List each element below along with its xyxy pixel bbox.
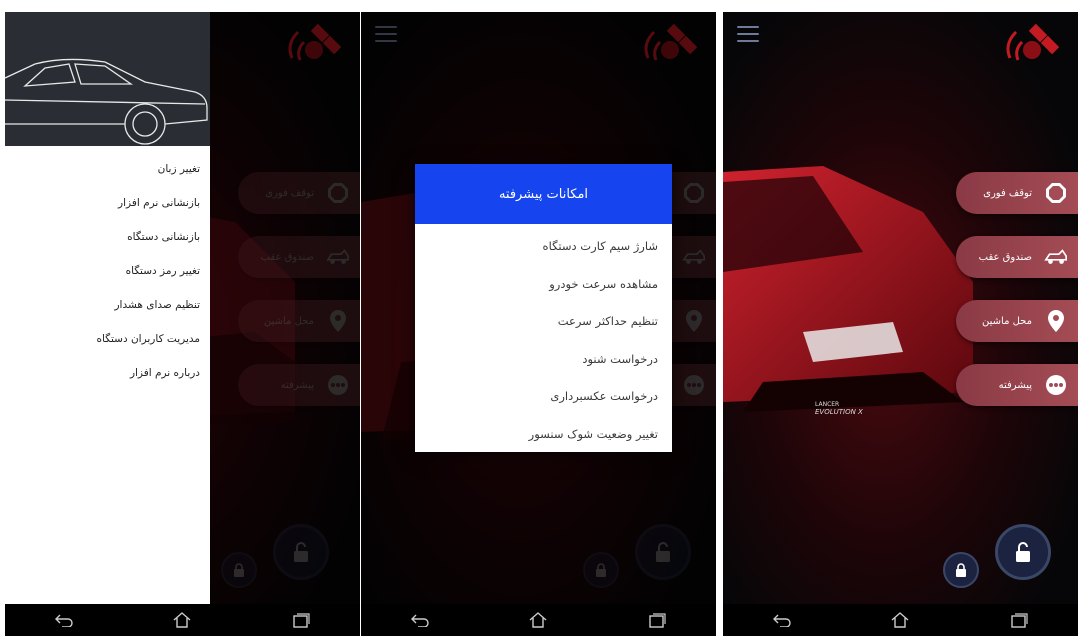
drawer-item-alarm-sound[interactable]: تنظیم صدای هشدار <box>5 288 210 322</box>
advanced-button[interactable]: پیشرفته <box>956 364 1078 406</box>
drawer-item-change-device-password[interactable]: تغییر رمز دستگاه <box>5 254 210 288</box>
home-button[interactable] <box>162 606 202 634</box>
advanced-label: پیشرفته <box>998 379 1032 391</box>
home-icon <box>530 612 547 628</box>
unlock-icon <box>1016 542 1030 562</box>
recents-icon <box>293 613 310 628</box>
location-pin-icon <box>1044 309 1068 333</box>
screen-drawer-open: توقف فوری صندوق عقب محل ماشین پیشرفته <box>5 12 360 636</box>
lock-button[interactable] <box>943 552 979 588</box>
app-main-view: توقف فوری صندوق عقب محل ماشین پیشرفته <box>5 12 360 604</box>
back-icon <box>55 614 73 627</box>
back-button[interactable] <box>400 606 440 634</box>
app-main-view: LANCER EVOLUTION X توقف فوری صندوق عقب م <box>723 12 1078 604</box>
recents-button[interactable] <box>281 606 321 634</box>
home-button[interactable] <box>518 606 558 634</box>
more-dots-icon <box>1044 373 1068 397</box>
drawer-menu-list: تغییر زبان بازنشانی نرم افزار بازنشانی د… <box>5 146 210 390</box>
android-navbar <box>5 604 360 636</box>
android-navbar <box>361 604 716 636</box>
advanced-features-dialog: امکانات پیشرفته شارژ سیم کارت دستگاه مشا… <box>415 164 672 452</box>
car-badge-line2: EVOLUTION X <box>815 408 863 416</box>
recents-icon <box>649 613 666 628</box>
emergency-stop-label: توقف فوری <box>983 187 1032 199</box>
dialog-title: امکانات پیشرفته <box>415 164 672 224</box>
car-badge-line1: LANCER <box>815 401 839 408</box>
car-outline-illustration <box>5 58 208 145</box>
dialog-item-view-speed[interactable]: مشاهده سرعت خودرو <box>415 266 672 304</box>
screen-main: LANCER EVOLUTION X توقف فوری صندوق عقب م <box>723 12 1078 636</box>
emergency-stop-button[interactable]: توقف فوری <box>956 172 1078 214</box>
dialog-item-shock-sensor[interactable]: تغییر وضعیت شوک سنسور <box>415 416 672 454</box>
drawer-header <box>5 12 210 146</box>
drawer-item-manage-users[interactable]: مدیریت کاربران دستگاه <box>5 322 210 356</box>
dialog-item-sim-charge[interactable]: شارژ سیم کارت دستگاه <box>415 228 672 266</box>
home-button[interactable] <box>880 606 920 634</box>
recents-button[interactable] <box>637 606 677 634</box>
dialog-item-max-speed[interactable]: تنظیم حداکثر سرعت <box>415 303 672 341</box>
home-icon <box>174 612 191 628</box>
dialog-option-list: شارژ سیم کارت دستگاه مشاهده سرعت خودرو ت… <box>415 224 672 453</box>
app-main-view: توقف فوری صندوق عقب محل ماشین پیشرفته <box>361 12 716 604</box>
unlock-button[interactable] <box>995 524 1051 580</box>
dialog-item-photo-request[interactable]: درخواست عکسبرداری <box>415 378 672 416</box>
drawer-item-change-language[interactable]: تغییر زبان <box>5 152 210 186</box>
back-icon <box>411 614 429 627</box>
back-icon <box>773 614 791 627</box>
recents-icon <box>1011 613 1028 628</box>
car-location-label: محل ماشین <box>982 315 1032 327</box>
drawer-item-reset-device[interactable]: بازنشانی دستگاه <box>5 220 210 254</box>
car-location-button[interactable]: محل ماشین <box>956 300 1078 342</box>
drawer-item-about[interactable]: درباره نرم افزار <box>5 356 210 390</box>
trunk-button[interactable]: صندوق عقب <box>956 236 1078 278</box>
drawer-item-reset-app[interactable]: بازنشانی نرم افزار <box>5 186 210 220</box>
recents-button[interactable] <box>999 606 1039 634</box>
car-trunk-icon <box>1044 245 1068 269</box>
menu-button[interactable] <box>737 26 759 42</box>
trunk-label: صندوق عقب <box>978 251 1032 263</box>
home-icon <box>892 612 909 628</box>
back-button[interactable] <box>762 606 802 634</box>
android-navbar <box>723 604 1078 636</box>
satellite-signal-icon <box>1006 23 1060 61</box>
screen-advanced-dialog: توقف فوری صندوق عقب محل ماشین پیشرفته <box>361 12 716 636</box>
back-button[interactable] <box>44 606 84 634</box>
dialog-item-listen-request[interactable]: درخواست شنود <box>415 341 672 379</box>
navigation-drawer: تغییر زبان بازنشانی نرم افزار بازنشانی د… <box>5 12 210 604</box>
lock-icon <box>956 563 966 577</box>
emergency-stop-icon <box>1044 181 1068 205</box>
